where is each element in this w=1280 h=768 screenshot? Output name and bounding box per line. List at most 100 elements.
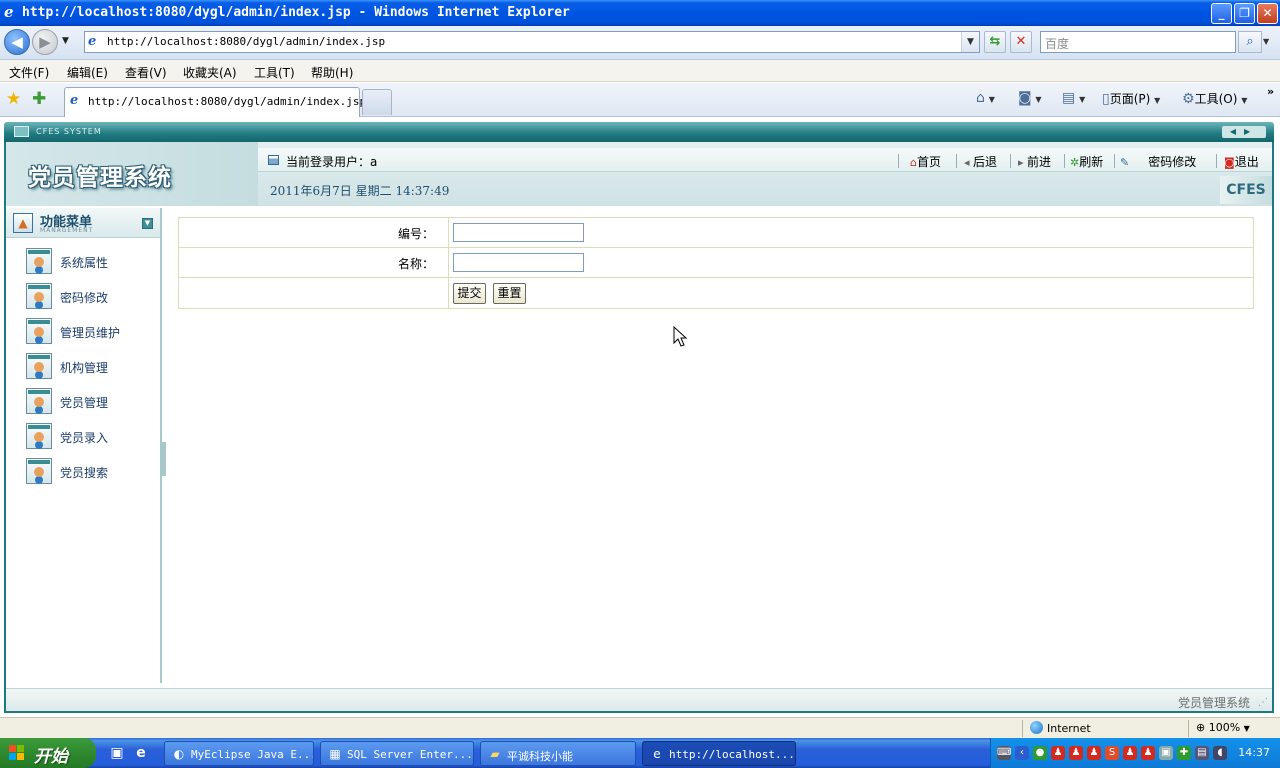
submit-button[interactable]: 提交	[453, 283, 486, 304]
sidebar-item-org-management[interactable]: 机构管理	[6, 351, 160, 383]
chevron-down-icon: ▼	[1035, 95, 1042, 104]
sidebar-item-member-search[interactable]: 党员搜索	[6, 456, 160, 488]
tools-menu[interactable]: ⚙工具(O) ▼	[1182, 90, 1247, 107]
antivirus-icon[interactable]: ✚	[1177, 746, 1191, 760]
search-dropdown-icon[interactable]: ▼	[1263, 37, 1269, 46]
nav-refresh[interactable]: ✲刷新	[1070, 153, 1103, 170]
feeds-command[interactable]: ◙ ▼	[1018, 90, 1042, 106]
address-field[interactable]: e http://localhost:8080/dygl/admin/index…	[84, 31, 980, 53]
sidebar-item-change-password[interactable]: 密码修改	[6, 281, 160, 313]
gear-icon: ⚙	[1182, 91, 1195, 107]
task-folder[interactable]: ▰ 平诚科技小能	[480, 741, 636, 766]
quicklaunch-desktop-icon[interactable]: ▣	[108, 744, 126, 762]
sidebar-item-label: 系统属性	[60, 256, 109, 270]
address-url[interactable]: http://localhost:8080/dygl/admin/index.j…	[107, 35, 385, 48]
speaker-icon[interactable]: ◖	[1213, 746, 1227, 760]
home-icon: ⌂	[910, 156, 917, 169]
qq-icon[interactable]: ♟	[1087, 746, 1101, 760]
sogou-icon[interactable]: S	[1105, 746, 1119, 760]
page-menu-icon: ▯	[1102, 91, 1110, 107]
task-sql-server[interactable]: ▦ SQL Server Enter...	[320, 741, 474, 766]
quicklaunch-ie-icon[interactable]: e	[132, 744, 150, 762]
page-icon: e	[70, 93, 79, 108]
tab-current-page[interactable]: e http://localhost:8080/dygl/admin/index…	[64, 87, 366, 117]
task-ie[interactable]: e http://localhost...	[642, 741, 796, 766]
sidebar-item-admin-maintenance[interactable]: 管理员维护	[6, 316, 160, 348]
name-field[interactable]	[453, 253, 584, 272]
globe-icon	[1030, 721, 1043, 734]
sidebar-item-label: 机构管理	[60, 361, 109, 375]
search-icon[interactable]: ⌕	[1238, 31, 1262, 53]
task-label: 平诚科技小能	[507, 750, 573, 763]
zoom-control[interactable]: ⊕ 100% ▼	[1196, 721, 1250, 734]
org-form: 编号： 名称： 提交 重置	[178, 217, 1254, 309]
nav-change-password[interactable]: ✎ 密码修改	[1120, 153, 1196, 170]
menu-help[interactable]: 帮助(H)	[311, 64, 353, 81]
divider	[1064, 154, 1065, 168]
logout-icon: ◙	[1224, 156, 1235, 169]
browser-forward-button[interactable]: ▶	[32, 29, 58, 55]
tray-expand-icon[interactable]: ‹	[1015, 746, 1029, 760]
keyboard-icon[interactable]: ⌨	[997, 746, 1011, 760]
task-myeclipse[interactable]: ◐ MyEclipse Java E...	[164, 741, 314, 766]
current-user: 当前登录用户：a	[286, 155, 378, 169]
favorites-star-icon[interactable]: ★	[6, 89, 21, 109]
display-icon[interactable]: ▤	[1195, 746, 1209, 760]
browser-back-button[interactable]: ◀	[4, 29, 30, 55]
minimize-button[interactable]: _	[1211, 3, 1232, 24]
scroll-arrows-icon[interactable]: ◀▶	[1222, 126, 1266, 138]
nav-forward-label: 前进	[1027, 155, 1052, 169]
search-input[interactable]: 百度	[1040, 31, 1236, 53]
logo-area: 党员管理系统	[6, 142, 258, 206]
close-button[interactable]: ✕	[1257, 3, 1278, 24]
add-favorites-icon[interactable]: ✚	[32, 89, 46, 109]
sidebar-item-member-entry[interactable]: 党员录入	[6, 421, 160, 453]
code-label: 编号：	[397, 227, 434, 241]
menu-favorites[interactable]: 收藏夹(A)	[183, 64, 237, 81]
nav-forward[interactable]: ▸ 前进	[1018, 153, 1051, 170]
qq-icon[interactable]: ♟	[1141, 746, 1155, 760]
page-icon: e	[88, 34, 97, 49]
menu-file[interactable]: 文件(F)	[9, 64, 49, 81]
new-tab-button[interactable]	[362, 89, 392, 115]
history-dropdown-icon[interactable]: ▼	[62, 36, 69, 46]
sidebar-item-system-properties[interactable]: 系统属性	[6, 246, 160, 278]
tab-toolbar: ★ ✚ e http://localhost:8080/dygl/admin/i…	[0, 83, 1280, 117]
nav-logout[interactable]: ◙退出	[1224, 153, 1259, 170]
current-datetime: 2011年6月7日 星期二 14:37:49	[270, 184, 450, 198]
code-field[interactable]	[453, 223, 584, 242]
maximize-button[interactable]: ❐	[1234, 3, 1255, 24]
start-button[interactable]: 开始	[0, 738, 96, 768]
divider	[1010, 154, 1011, 168]
qq-icon[interactable]: ♟	[1069, 746, 1083, 760]
sidebar-item-label: 管理员维护	[60, 326, 121, 340]
sidebar-item-member-management[interactable]: 党员管理	[6, 386, 160, 418]
nav-home[interactable]: ⌂首页	[910, 153, 941, 170]
reset-button[interactable]: 重置	[493, 283, 526, 304]
monitor-icon[interactable]: ▣	[1159, 746, 1173, 760]
resize-grip-icon[interactable]: ⋰	[1258, 697, 1268, 708]
browser-stop-button[interactable]: ✕	[1010, 31, 1032, 53]
window-titlebar: e http://localhost:8080/dygl/admin/index…	[0, 0, 1280, 26]
address-dropdown-icon[interactable]: ▼	[961, 32, 979, 52]
toolbar-overflow-icon[interactable]: »	[1267, 85, 1274, 98]
home-command[interactable]: ⌂ ▼	[976, 90, 995, 106]
sql-server-icon: ▦	[329, 747, 341, 761]
qq-icon[interactable]: ♟	[1051, 746, 1065, 760]
print-command[interactable]: ▤ ▼	[1062, 90, 1085, 106]
qq-icon[interactable]: ♟	[1123, 746, 1137, 760]
menu-view[interactable]: 查看(V)	[125, 64, 167, 81]
browser-refresh-button[interactable]: ⇆	[984, 31, 1006, 53]
menu-tools[interactable]: 工具(T)	[254, 64, 295, 81]
menu-edit[interactable]: 编辑(E)	[67, 64, 108, 81]
security-zone[interactable]: Internet	[1030, 721, 1091, 735]
sidebar-item-label: 党员搜索	[60, 466, 109, 480]
page-menu[interactable]: ▯页面(P) ▼	[1102, 90, 1160, 107]
collapse-icon[interactable]: ▼	[142, 218, 153, 229]
network-icon[interactable]: ●	[1033, 746, 1047, 760]
sidebar-splitter[interactable]	[162, 442, 166, 476]
ie-logo-icon: e	[4, 3, 14, 21]
search-placeholder: 百度	[1045, 37, 1070, 51]
nav-back[interactable]: ◂ 后退	[964, 153, 997, 170]
nav-home-label: 首页	[916, 155, 941, 169]
